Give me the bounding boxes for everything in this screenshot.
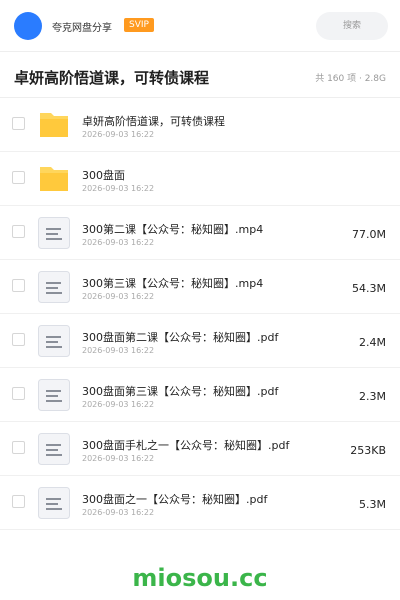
file-size: 54.3M — [352, 282, 386, 295]
row-checkbox[interactable] — [12, 117, 25, 130]
document-icon — [38, 487, 70, 519]
row-checkbox[interactable] — [12, 441, 25, 454]
folder-icon — [38, 163, 70, 195]
file-date: 2026-09-03 16:22 — [82, 508, 155, 517]
file-row[interactable]: 300盘面第三课【公众号：秘知圈】.pdf 2026-09-03 16:22 2.3… — [0, 368, 400, 422]
row-checkbox[interactable] — [12, 225, 25, 238]
document-icon — [38, 271, 70, 303]
file-size: 5.3M — [359, 498, 386, 511]
folder-icon — [38, 109, 70, 141]
file-size: 253KB — [350, 444, 386, 457]
row-checkbox[interactable] — [12, 171, 25, 184]
file-name: 300盘面手札之一【公众号：秘知圈】.pdf — [82, 439, 290, 452]
page-title: 卓妍高阶悟道课，可转债课程 — [14, 69, 210, 87]
file-row[interactable]: 300盘面手札之一【公众号：秘知圈】.pdf 2026-09-03 16:22 25… — [0, 422, 400, 476]
svip-badge: SVIP — [124, 18, 154, 32]
folder-title-bar: 卓妍高阶悟道课，可转债课程 共 160 项 · 2.8G — [0, 52, 400, 98]
file-date: 2026-09-03 16:22 — [82, 130, 155, 139]
file-date: 2026-09-03 16:22 — [82, 400, 155, 409]
document-icon — [38, 325, 70, 357]
file-date: 2026-09-03 16:22 — [82, 346, 155, 355]
file-size: 77.0M — [352, 228, 386, 241]
file-size: 2.3M — [359, 390, 386, 403]
file-date: 2026-09-03 16:22 — [82, 184, 155, 193]
watermark: miosou.cc — [132, 564, 268, 592]
file-row[interactable]: 300第二课【公众号：秘知圈】.mp4 2026-09-03 16:22 77.0M — [0, 206, 400, 260]
folder-meta: 共 160 项 · 2.8G — [315, 74, 386, 84]
file-name: 300盘面第二课【公众号：秘知圈】.pdf — [82, 331, 279, 344]
file-name: 300盘面第三课【公众号：秘知圈】.pdf — [82, 385, 279, 398]
app-header: 夸克网盘分享 SVIP — [0, 0, 400, 52]
file-name: 300盘面 — [82, 169, 125, 182]
file-name: 卓妍高阶悟道课，可转债课程 — [82, 115, 225, 128]
file-list: 卓妍高阶悟道课，可转债课程 2026-09-03 16:22 300盘面 2026-0… — [0, 98, 400, 530]
search-input[interactable] — [316, 12, 388, 40]
row-checkbox[interactable] — [12, 333, 25, 346]
file-row[interactable]: 300盘面之一【公众号：秘知圈】.pdf 2026-09-03 16:22 5.3M — [0, 476, 400, 530]
file-row[interactable]: 卓妍高阶悟道课，可转债课程 2026-09-03 16:22 — [0, 98, 400, 152]
file-row[interactable]: 300盘面第二课【公众号：秘知圈】.pdf 2026-09-03 16:22 2.4… — [0, 314, 400, 368]
file-name: 300第二课【公众号：秘知圈】.mp4 — [82, 223, 264, 236]
avatar[interactable] — [14, 12, 42, 40]
row-checkbox[interactable] — [12, 387, 25, 400]
file-name: 300第三课【公众号：秘知圈】.mp4 — [82, 277, 264, 290]
row-checkbox[interactable] — [12, 495, 25, 508]
document-icon — [38, 217, 70, 249]
file-row[interactable]: 300盘面 2026-09-03 16:22 — [0, 152, 400, 206]
row-checkbox[interactable] — [12, 279, 25, 292]
file-name: 300盘面之一【公众号：秘知圈】.pdf — [82, 493, 268, 506]
file-row[interactable]: 300第三课【公众号：秘知圈】.mp4 2026-09-03 16:22 54.3M — [0, 260, 400, 314]
file-size: 2.4M — [359, 336, 386, 349]
footer: miosou.cc — [0, 548, 400, 600]
file-date: 2026-09-03 16:22 — [82, 292, 155, 301]
file-date: 2026-09-03 16:22 — [82, 454, 155, 463]
file-date: 2026-09-03 16:22 — [82, 238, 155, 247]
brand-name: 夸克网盘分享 — [52, 23, 112, 34]
document-icon — [38, 379, 70, 411]
document-icon — [38, 433, 70, 465]
